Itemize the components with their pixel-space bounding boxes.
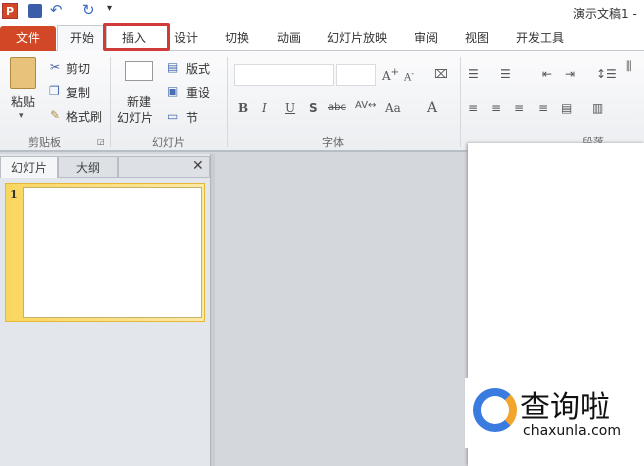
line-spacing-icon[interactable]: ↕☰ <box>596 67 617 81</box>
bullets-icon[interactable]: ☰ <box>468 67 479 81</box>
magnifier-logo-icon <box>473 388 517 432</box>
dialog-launcher-icon[interactable]: ◲ <box>97 137 105 146</box>
undo-icon[interactable]: ↶ <box>50 1 63 19</box>
layout-icon: ▤ <box>167 60 179 74</box>
tab-outline[interactable]: 大纲 <box>58 156 118 178</box>
tab-developer[interactable]: 开发工具 <box>516 29 564 46</box>
layout-button[interactable]: 版式 <box>186 60 210 77</box>
tab-home[interactable]: 开始 <box>57 25 107 52</box>
new-slide-button-line2[interactable]: 幻灯片 <box>117 109 153 126</box>
tab-design[interactable]: 设计 <box>174 29 198 46</box>
slide-thumbnail[interactable]: 1 <box>5 183 205 322</box>
thumbnail-preview <box>23 187 202 318</box>
align-right-icon[interactable]: ≡ <box>514 101 524 115</box>
align-left-icon[interactable]: ≡ <box>468 101 478 115</box>
tab-review[interactable]: 审阅 <box>414 29 438 46</box>
new-slide-button[interactable]: 新建 <box>127 93 151 110</box>
font-name-select[interactable] <box>234 64 334 86</box>
powerpoint-logo-icon: P <box>2 3 18 19</box>
tab-file[interactable]: 文件 <box>0 26 56 51</box>
clipboard-group-label: 剪贴板 <box>28 136 61 149</box>
new-slide-icon <box>125 61 153 81</box>
decrease-indent-icon[interactable]: ⇤ <box>542 67 552 81</box>
distribute-icon[interactable]: ▤ <box>561 101 572 115</box>
section-icon: ▭ <box>167 109 179 123</box>
clear-format-icon[interactable]: ⌧ <box>434 67 448 81</box>
shadow-icon[interactable]: S <box>309 101 318 115</box>
watermark-domain: chaxunla.com <box>523 423 621 439</box>
grow-font-icon[interactable]: A+ <box>382 67 399 83</box>
slide-number: 1 <box>10 188 18 201</box>
char-spacing-icon[interactable]: AV↔ <box>355 100 376 111</box>
tab-animations[interactable]: 动画 <box>277 29 301 46</box>
cut-button[interactable]: 剪切 <box>66 60 90 77</box>
increase-indent-icon[interactable]: ⇥ <box>565 67 575 81</box>
copy-icon: ❐ <box>49 84 60 98</box>
tab-slides[interactable]: 幻灯片 <box>0 156 58 178</box>
close-icon[interactable]: ✕ <box>192 158 204 174</box>
watermark-logo: 查询啦 chaxunla.com <box>465 378 640 448</box>
tab-view[interactable]: 视图 <box>465 29 489 46</box>
copy-button[interactable]: 复制 <box>66 84 90 101</box>
tab-transitions[interactable]: 切换 <box>225 29 249 46</box>
font-size-select[interactable] <box>336 64 376 86</box>
reset-icon: ▣ <box>167 84 179 98</box>
cut-icon: ✂ <box>50 60 61 74</box>
customize-icon[interactable]: ▾ <box>107 3 112 14</box>
columns-icon[interactable]: ▥ <box>592 101 603 115</box>
section-button[interactable]: 节 <box>186 109 198 126</box>
font-color-icon[interactable]: A <box>427 100 437 116</box>
window-title: 演示文稿1 - <box>573 7 637 21</box>
ribbon: 粘贴 ▾ ✂ 剪切 ❐ 复制 ✎ 格式刷 剪贴板 ◲ 新建 幻灯片 ▤ 版式 ▣… <box>0 51 644 152</box>
format-painter-button[interactable]: 格式刷 <box>66 108 102 125</box>
insert-tab-highlight <box>103 23 170 51</box>
numbering-icon[interactable]: ☰ <box>500 67 511 81</box>
format-painter-icon: ✎ <box>50 108 61 122</box>
shrink-font-icon[interactable]: A- <box>404 68 414 83</box>
slides-group-label: 幻灯片 <box>152 136 185 149</box>
center-icon[interactable]: ≡ <box>491 101 501 115</box>
save-icon[interactable] <box>28 4 42 18</box>
italic-icon[interactable]: I <box>262 101 267 115</box>
tab-slideshow[interactable]: 幻灯片放映 <box>327 29 387 46</box>
change-case-icon[interactable]: Aa <box>385 101 401 115</box>
pane-splitter[interactable] <box>210 154 215 466</box>
paste-dropdown-icon[interactable]: ▾ <box>19 111 24 121</box>
reset-button[interactable]: 重设 <box>186 84 210 101</box>
watermark-text: 查询啦 <box>520 390 610 425</box>
text-direction-icon[interactable]: ⫼ <box>626 59 632 74</box>
title-bar: P ↶ ↻ ▾ 演示文稿1 - <box>0 0 644 24</box>
justify-icon[interactable]: ≡ <box>538 101 548 115</box>
redo-icon[interactable]: ↻ <box>82 1 95 19</box>
strikethrough-icon[interactable]: abc <box>328 102 346 113</box>
underline-icon[interactable]: U <box>285 101 295 115</box>
font-group-label: 字体 <box>322 136 344 149</box>
paste-button[interactable]: 粘贴 <box>11 93 35 110</box>
bold-icon[interactable]: B <box>238 101 248 115</box>
paste-icon[interactable] <box>10 57 36 89</box>
